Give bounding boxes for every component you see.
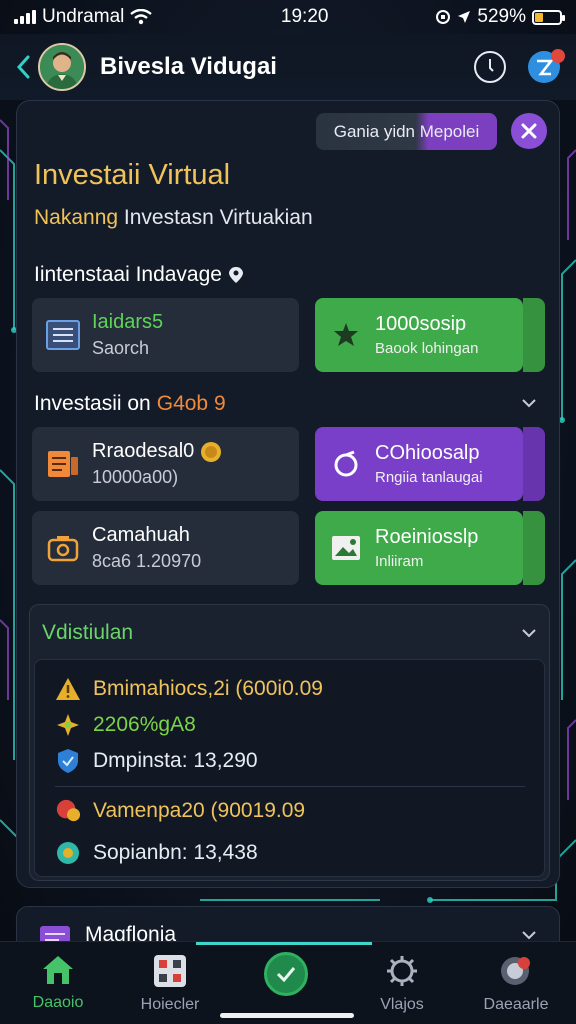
tile-title: Camahuah (92, 524, 190, 546)
stat-text: Bmimahiocs,2i (600i0.09 (93, 677, 323, 700)
mode-chip[interactable]: Gania yidn Mepolei (316, 113, 497, 150)
tile-title: 1000sosip (375, 313, 467, 335)
signal-icon (14, 10, 36, 24)
nav-label: Hoiecler (140, 996, 200, 1013)
subtitle-highlight: Nakanng (34, 206, 119, 229)
battery-icon (532, 9, 565, 25)
chat-bubble-icon (55, 798, 81, 824)
status-time: 19:20 (280, 6, 329, 27)
close-icon (521, 123, 537, 139)
app-header: Bivesla Vidugai (0, 34, 576, 100)
chevron-down-icon[interactable] (521, 395, 537, 411)
shield-icon (55, 748, 81, 774)
home-indicator (220, 1013, 354, 1018)
chevron-left-icon (16, 55, 30, 79)
notification-badge (551, 49, 565, 63)
document-list-icon (46, 318, 80, 352)
card-title: Investaii Virtual (34, 159, 231, 191)
nav-progress-line (196, 942, 372, 945)
info-pin-icon (228, 267, 243, 283)
avatar-image (40, 45, 84, 89)
sparkle-icon (55, 712, 81, 738)
coin-icon (200, 441, 221, 462)
center-action-button[interactable] (264, 952, 308, 996)
analytics-panel: Vdistiulan Bmimahiocs,2i (600i0.09 2206%… (29, 604, 550, 881)
grid-icon (154, 955, 186, 987)
wifi-icon (130, 9, 153, 25)
lock-rotation-icon (436, 10, 451, 24)
section-2-accent: G4ob 9 (156, 392, 226, 415)
tile-subtitle: Baook lohingan (375, 340, 479, 357)
back-button[interactable] (12, 47, 34, 87)
star-badge-icon (329, 318, 363, 352)
bottom-navigation: Daaoio Hoiecler Vlajos Daeaarle (0, 941, 576, 1024)
dot-circle-icon (55, 840, 81, 866)
camera-icon (46, 531, 80, 565)
tile-search[interactable]: Iaidars5 Saorch (32, 298, 299, 372)
tile-camera[interactable]: Camahuah 8ca6 1.20970 (32, 511, 299, 585)
tile-subtitle: Saorch (92, 338, 150, 358)
stat-row: Vamenpa20 (90019.09 (55, 798, 305, 824)
clock-icon (474, 51, 506, 83)
carrier-name: Undramal (42, 6, 125, 27)
chart-circle-icon (329, 447, 363, 481)
stat-row: Sopianbn: 13,438 (55, 840, 258, 866)
subtitle-text: Investasn Virtuakian (118, 206, 313, 229)
stat-row: Bmimahiocs,2i (600i0.09 (55, 676, 323, 702)
check-icon (276, 967, 296, 982)
section-1-text: Iintenstaai Indavage (34, 263, 222, 286)
stat-row: 2206%gA8 (55, 712, 196, 738)
tile-portfolio[interactable]: COhioosalp Rngiia tanlaugai (315, 427, 545, 501)
card-subtitle: Nakanng Investasn Virtuakian (34, 206, 313, 230)
stats-list: Bmimahiocs,2i (600i0.09 2206%gA8 Dmpinst… (34, 659, 545, 877)
tile-booking[interactable]: 1000sosip Baook lohingan (315, 298, 545, 372)
section-label-1: Iintenstaai Indavage (34, 263, 244, 287)
tile-subtitle: 8ca6 1.20970 (92, 551, 202, 571)
image-icon (329, 531, 363, 565)
nav-label: Daeaarle (483, 996, 549, 1013)
battery-percent: 529% (477, 6, 526, 27)
receipt-icon (46, 447, 80, 481)
nav-label: Daaoio (32, 994, 84, 1011)
tile-title: COhioosalp (375, 442, 480, 464)
home-icon (43, 956, 73, 984)
tile-title: Roeiniosslp (375, 526, 479, 548)
stat-text: 2206%gA8 (93, 713, 196, 736)
tile-subtitle: 10000a00) (92, 467, 179, 487)
investment-card: Gania yidn Mepolei Investaii Virtual Nak… (16, 100, 560, 888)
stat-text: Dmpinsta: 13,290 (93, 749, 258, 772)
nav-item-globe[interactable]: Daeaarle (466, 954, 566, 1014)
nav-item-home[interactable]: Daaoio (8, 954, 108, 1012)
tile-subtitle: Rngiia tanlaugai (375, 469, 483, 486)
nav-item-grid[interactable]: Hoiecler (120, 954, 220, 1014)
settings-globe-icon (501, 957, 530, 985)
warning-icon (55, 676, 81, 702)
section-label-2: Investasii on G4ob 9 (34, 392, 226, 416)
stat-text: Sopianbn: 13,438 (93, 841, 258, 864)
tile-subtitle: Inliiram (375, 553, 424, 570)
section-2-text: Investasii on (34, 392, 151, 415)
stat-row: Dmpinsta: 13,290 (55, 748, 258, 774)
tile-title: Iaidars5 (92, 311, 164, 333)
gear-icon (387, 956, 417, 986)
avatar[interactable] (38, 43, 86, 91)
tile-balance[interactable]: Rraodesal0 10000a00) (32, 427, 299, 501)
stat-text: Vamenpa20 (90019.09 (93, 799, 306, 822)
status-bar: Undramal 19:20 529% (0, 0, 576, 34)
nav-item-settings[interactable]: Vlajos (352, 954, 452, 1014)
profile-menu-button[interactable] (524, 47, 565, 87)
page-title: Bivesla Vidugai (100, 53, 277, 80)
chevron-down-icon[interactable] (521, 625, 537, 641)
tile-gallery[interactable]: Roeiniosslp Inliiram (315, 511, 545, 585)
history-button[interactable] (470, 47, 510, 87)
close-button[interactable] (511, 113, 547, 149)
divider (55, 786, 525, 787)
location-arrow-icon (458, 11, 471, 23)
tile-title: Rraodesal0 (92, 440, 222, 463)
panel-title: Vdistiulan (42, 621, 134, 644)
nav-label: Vlajos (380, 996, 424, 1013)
